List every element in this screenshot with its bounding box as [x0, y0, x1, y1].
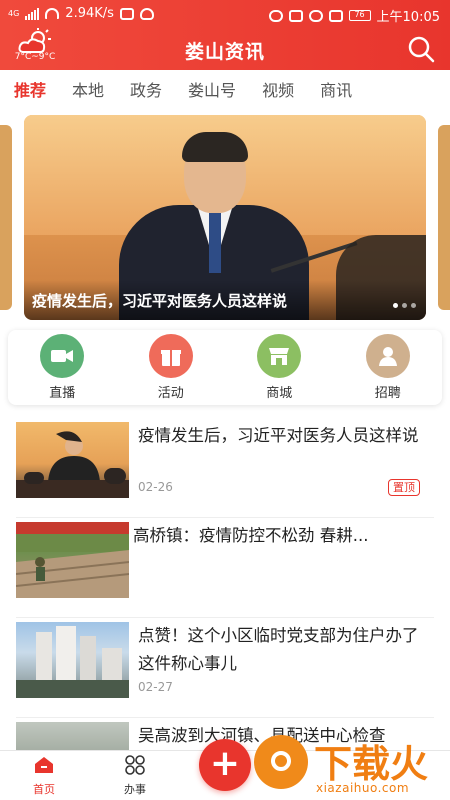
- app-title: 娄山资讯: [184, 41, 265, 63]
- qq-icon: [139, 7, 154, 20]
- channel-tabs: 推荐 本地 政务 娄山号 视频 商讯: [0, 70, 450, 108]
- home-icon: [35, 757, 53, 773]
- list-item[interactable]: 高桥镇：疫情防控不松劲 春耕...: [16, 518, 434, 618]
- list-item[interactable]: 疫情发生后，习近平对医务人员这样说 02-26 置顶: [16, 418, 434, 518]
- tab-government[interactable]: 政务: [130, 77, 162, 101]
- watermark-logo: 下载火 xiazaihuo.com: [254, 735, 444, 799]
- quick-action-shop[interactable]: 商城: [244, 334, 314, 401]
- gift-icon: [148, 334, 193, 378]
- network-label: 4G: [8, 9, 20, 18]
- wifi-icon: [45, 8, 60, 19]
- prev-slide-peek[interactable]: [0, 125, 12, 310]
- watermark-url: xiazaihuo.com: [316, 781, 410, 795]
- news-date: 02-26: [138, 480, 173, 494]
- quick-actions: 直播 活动 商城 招聘: [8, 330, 442, 405]
- news-title: 疫情发生后，习近平对医务人员这样说: [138, 426, 419, 445]
- quick-action-label: 招聘: [374, 386, 401, 401]
- publish-button[interactable]: +: [199, 739, 251, 791]
- news-thumbnail: [16, 622, 129, 698]
- banner-carousel: 疫情发生后，习近平对医务人员这样说: [0, 115, 450, 320]
- quick-action-label: 活动: [157, 386, 184, 401]
- banner-slide[interactable]: 疫情发生后，习近平对医务人员这样说: [24, 115, 426, 320]
- news-thumbnail: [16, 522, 129, 598]
- app-header: 7°C~9°C 娄山资讯: [0, 28, 450, 70]
- notification-icon: [119, 7, 134, 20]
- alarm-icon: [308, 9, 323, 22]
- grid-icon: [125, 755, 145, 775]
- status-bar: 4G 2.94K/s 76 上午10:05: [0, 0, 450, 28]
- news-title: 高桥镇：疫情防控不松劲 春耕...: [133, 526, 369, 545]
- network-speed: 2.94K/s: [65, 6, 114, 21]
- shop-icon: [257, 334, 302, 378]
- news-date: 02-27: [138, 680, 173, 694]
- news-title: 点赞！这个小区临时党支部为住户办了这件称心事儿: [138, 626, 419, 673]
- next-slide-peek[interactable]: [438, 125, 450, 310]
- quick-action-label: 商城: [266, 386, 293, 401]
- quick-action-live[interactable]: 直播: [27, 334, 97, 401]
- tab-video[interactable]: 视频: [262, 77, 294, 101]
- watermark-logo-icon: [254, 735, 308, 789]
- tab-business[interactable]: 商讯: [320, 77, 352, 101]
- top-bar: 4G 2.94K/s 76 上午10:05 7°C~9°C 娄山资讯: [0, 0, 450, 70]
- tab-local[interactable]: 本地: [72, 77, 104, 101]
- tab-loushan-hao[interactable]: 娄山号: [188, 77, 236, 101]
- nav-home-label: 首页: [33, 783, 55, 796]
- person-icon: [365, 334, 410, 378]
- battery-icon: 76: [348, 10, 371, 21]
- eye-icon: [268, 9, 283, 22]
- news-thumbnail: [16, 422, 129, 498]
- banner-caption: 疫情发生后，习近平对医务人员这样说: [32, 292, 288, 310]
- quick-action-jobs[interactable]: 招聘: [353, 334, 423, 401]
- nav-services[interactable]: 办事: [105, 755, 165, 797]
- list-item[interactable]: 点赞！这个小区临时党支部为住户办了这件称心事儿 02-27: [16, 618, 434, 718]
- watermark-text: 下载火: [314, 742, 429, 786]
- signal-icon: [25, 7, 40, 20]
- vibrate-icon: [328, 9, 343, 22]
- quick-action-activity[interactable]: 活动: [136, 334, 206, 401]
- quick-action-label: 直播: [49, 386, 76, 401]
- nav-services-label: 办事: [124, 783, 146, 796]
- nfc-icon: [288, 9, 303, 22]
- video-icon: [40, 334, 85, 378]
- nav-home[interactable]: 首页: [14, 755, 74, 797]
- pinned-badge: 置顶: [388, 479, 420, 496]
- carousel-dots: [393, 303, 416, 308]
- search-icon[interactable]: [406, 34, 436, 64]
- clock: 上午10:05: [376, 10, 440, 25]
- tab-recommend[interactable]: 推荐: [14, 77, 46, 101]
